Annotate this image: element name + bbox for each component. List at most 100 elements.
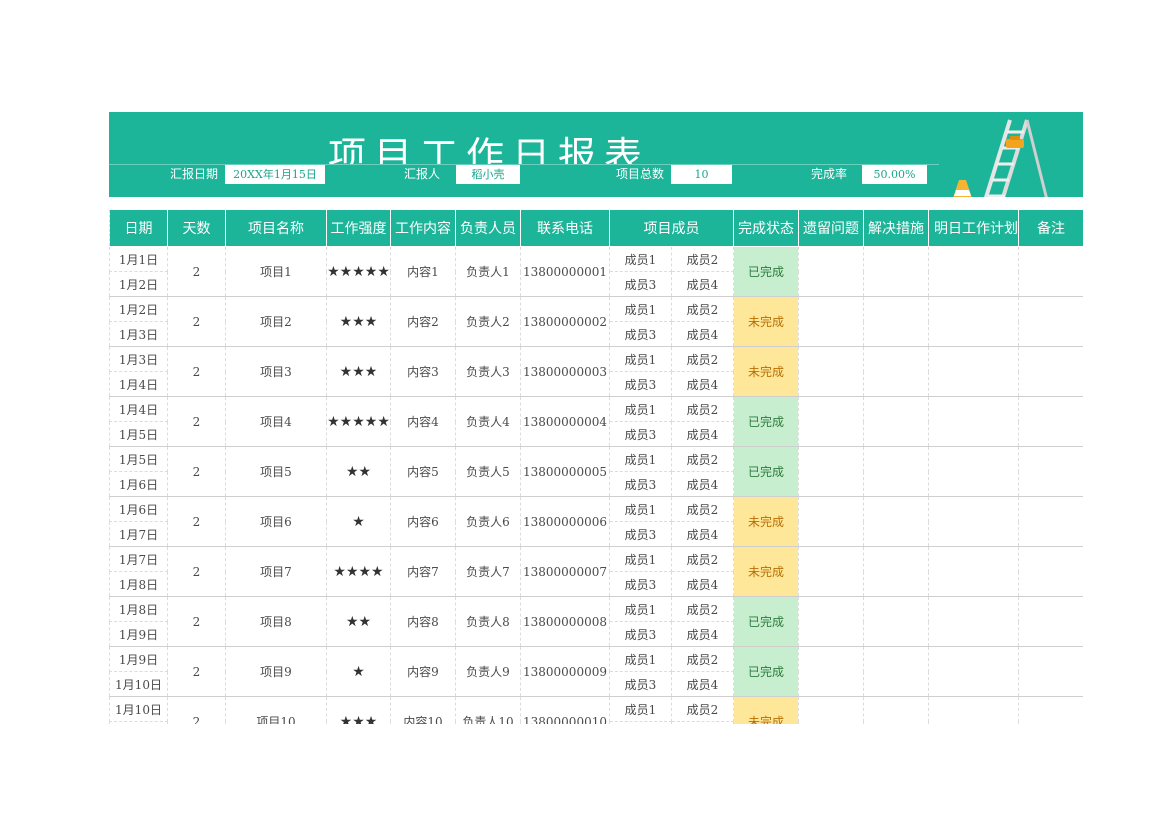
col-header-issues[interactable]: 遗留问题 (798, 209, 864, 247)
col-header-status[interactable]: 完成状态 (733, 209, 799, 247)
project-name-cell[interactable]: 项目6 (225, 496, 327, 547)
project-name-cell[interactable]: 项目9 (225, 646, 327, 697)
phone-cell[interactable]: 13800000010 (520, 696, 610, 724)
content-cell[interactable]: 内容5 (390, 446, 456, 497)
status-cell[interactable]: 已完成 (733, 596, 799, 647)
content-cell[interactable]: 内容7 (390, 546, 456, 597)
phone-cell[interactable]: 13800000004 (520, 396, 610, 447)
measures-cell[interactable] (863, 696, 929, 724)
owner-cell[interactable]: 负责人6 (455, 496, 521, 547)
date-end-cell[interactable]: 1月4日 (109, 371, 168, 397)
reporter-field[interactable]: 稻小壳 (456, 165, 520, 184)
col-header-intensity[interactable]: 工作强度 (326, 209, 391, 247)
col-header-content[interactable]: 工作内容 (390, 209, 456, 247)
project-name-cell[interactable]: 项目3 (225, 346, 327, 397)
measures-cell[interactable] (863, 596, 929, 647)
member-cell[interactable]: 成员4 (671, 371, 734, 397)
member-cell[interactable]: 成员2 (671, 346, 734, 372)
remarks-cell[interactable] (1018, 596, 1083, 647)
member-cell[interactable]: 成员3 (609, 321, 672, 347)
days-cell[interactable]: 2 (167, 246, 226, 297)
project-name-cell[interactable]: 项目2 (225, 296, 327, 347)
days-cell[interactable]: 2 (167, 296, 226, 347)
project-name-cell[interactable]: 项目10 (225, 696, 327, 724)
date-start-cell[interactable]: 1月2日 (109, 296, 168, 322)
member-cell[interactable]: 成员4 (671, 321, 734, 347)
issues-cell[interactable] (798, 646, 864, 697)
project-total-field[interactable]: 10 (671, 165, 732, 184)
member-cell[interactable]: 成员2 (671, 246, 734, 272)
date-end-cell[interactable]: 1月7日 (109, 521, 168, 547)
measures-cell[interactable] (863, 296, 929, 347)
tomorrow-plan-cell[interactable] (928, 346, 1019, 397)
content-cell[interactable]: 内容4 (390, 396, 456, 447)
date-end-cell[interactable]: 1月3日 (109, 321, 168, 347)
tomorrow-plan-cell[interactable] (928, 446, 1019, 497)
col-header-phone[interactable]: 联系电话 (520, 209, 610, 247)
days-cell[interactable]: 2 (167, 496, 226, 547)
tomorrow-plan-cell[interactable] (928, 246, 1019, 297)
member-cell[interactable]: 成员4 (671, 421, 734, 447)
col-header-owner[interactable]: 负责人员 (455, 209, 521, 247)
days-cell[interactable]: 2 (167, 696, 226, 724)
intensity-stars-cell[interactable]: ★ (326, 496, 391, 547)
member-cell[interactable]: 成员2 (671, 696, 734, 722)
intensity-stars-cell[interactable]: ★ (326, 646, 391, 697)
intensity-stars-cell[interactable]: ★★★★ (326, 546, 391, 597)
measures-cell[interactable] (863, 546, 929, 597)
member-cell[interactable]: 成员2 (671, 546, 734, 572)
date-start-cell[interactable]: 1月6日 (109, 496, 168, 522)
member-cell[interactable]: 成员2 (671, 496, 734, 522)
member-cell[interactable]: 成员1 (609, 646, 672, 672)
status-cell[interactable]: 未完成 (733, 346, 799, 397)
col-header-tomorrow-plan[interactable]: 明日工作计划 (928, 209, 1019, 247)
col-header-measures[interactable]: 解决措施 (863, 209, 929, 247)
content-cell[interactable]: 内容9 (390, 646, 456, 697)
member-cell[interactable]: 成员1 (609, 346, 672, 372)
measures-cell[interactable] (863, 246, 929, 297)
project-name-cell[interactable]: 项目8 (225, 596, 327, 647)
member-cell[interactable]: 成员3 (609, 621, 672, 647)
remarks-cell[interactable] (1018, 546, 1083, 597)
issues-cell[interactable] (798, 246, 864, 297)
member-cell[interactable]: 成员3 (609, 571, 672, 597)
issues-cell[interactable] (798, 546, 864, 597)
owner-cell[interactable]: 负责人5 (455, 446, 521, 497)
owner-cell[interactable]: 负责人8 (455, 596, 521, 647)
member-cell[interactable]: 成员1 (609, 696, 672, 722)
status-cell[interactable]: 未完成 (733, 296, 799, 347)
date-start-cell[interactable]: 1月7日 (109, 546, 168, 572)
status-cell[interactable]: 未完成 (733, 496, 799, 547)
date-start-cell[interactable]: 1月1日 (109, 246, 168, 272)
issues-cell[interactable] (798, 396, 864, 447)
owner-cell[interactable]: 负责人10 (455, 696, 521, 724)
owner-cell[interactable]: 负责人4 (455, 396, 521, 447)
tomorrow-plan-cell[interactable] (928, 646, 1019, 697)
intensity-stars-cell[interactable]: ★★ (326, 446, 391, 497)
phone-cell[interactable]: 13800000009 (520, 646, 610, 697)
remarks-cell[interactable] (1018, 296, 1083, 347)
col-header-project-name[interactable]: 项目名称 (225, 209, 327, 247)
member-cell[interactable]: 成员2 (671, 646, 734, 672)
remarks-cell[interactable] (1018, 346, 1083, 397)
phone-cell[interactable]: 13800000005 (520, 446, 610, 497)
date-end-cell[interactable]: 1月8日 (109, 571, 168, 597)
date-start-cell[interactable]: 1月4日 (109, 396, 168, 422)
date-start-cell[interactable]: 1月10日 (109, 696, 168, 722)
date-start-cell[interactable]: 1月3日 (109, 346, 168, 372)
intensity-stars-cell[interactable]: ★★★★★ (326, 396, 391, 447)
member-cell[interactable]: 成员3 (609, 471, 672, 497)
member-cell[interactable] (671, 721, 734, 724)
phone-cell[interactable]: 13800000007 (520, 546, 610, 597)
status-cell[interactable]: 已完成 (733, 246, 799, 297)
col-header-date[interactable]: 日期 (109, 209, 168, 247)
tomorrow-plan-cell[interactable] (928, 546, 1019, 597)
member-cell[interactable]: 成员1 (609, 496, 672, 522)
days-cell[interactable]: 2 (167, 646, 226, 697)
issues-cell[interactable] (798, 696, 864, 724)
days-cell[interactable]: 2 (167, 446, 226, 497)
member-cell[interactable]: 成员3 (609, 521, 672, 547)
phone-cell[interactable]: 13800000003 (520, 346, 610, 397)
remarks-cell[interactable] (1018, 646, 1083, 697)
member-cell[interactable]: 成员3 (609, 371, 672, 397)
